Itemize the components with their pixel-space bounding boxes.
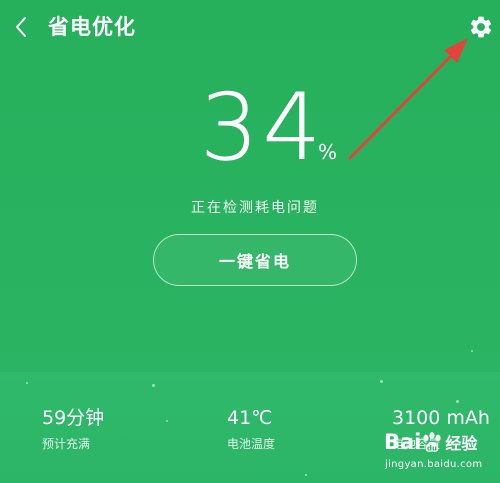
- sparkle-dot: [166, 420, 168, 422]
- watermark-logo-prefix: Bai: [384, 430, 422, 454]
- watermark-url: jingyan.baidu.com: [385, 459, 483, 470]
- sparkle-dot: [152, 384, 155, 387]
- stat-label: 电池温度: [227, 437, 276, 451]
- stat-battery-temperature: 41℃ 电池温度: [227, 406, 275, 453]
- one-tap-save-button[interactable]: 一键省电: [153, 234, 357, 286]
- svg-text:du: du: [427, 445, 437, 453]
- stat-value: 59分钟: [42, 407, 105, 429]
- settings-button[interactable]: [468, 14, 494, 40]
- battery-percent-unit: %: [318, 140, 338, 164]
- gear-icon: [470, 16, 492, 38]
- sparkle-dot: [26, 382, 28, 384]
- sparkle-dot: [456, 400, 459, 403]
- watermark-logo: Bai du 经验: [384, 425, 477, 461]
- paw-icon: du: [423, 432, 441, 453]
- stat-label: 预计充满: [42, 437, 91, 451]
- top-panel: [0, 0, 500, 372]
- back-button[interactable]: [8, 12, 34, 42]
- stat-value: 41℃: [227, 407, 273, 429]
- one-tap-save-label: 一键省电: [218, 252, 291, 271]
- sparkle-dot: [471, 350, 473, 352]
- sparkle-dot: [380, 380, 383, 383]
- scan-status-text: 正在检测耗电问题: [191, 200, 319, 216]
- battery-percent-value: 34: [200, 74, 326, 181]
- baidu-jingyan-watermark: Bai du 经验 jingyan.baidu.com: [384, 425, 496, 479]
- stat-charge-time: 59分钟 预计充满: [42, 406, 104, 453]
- sparkle-dot: [305, 474, 307, 476]
- watermark-logo-suffix: 经验: [445, 434, 478, 453]
- chevron-left-icon: [16, 17, 26, 37]
- page-title: 省电优化: [48, 15, 136, 39]
